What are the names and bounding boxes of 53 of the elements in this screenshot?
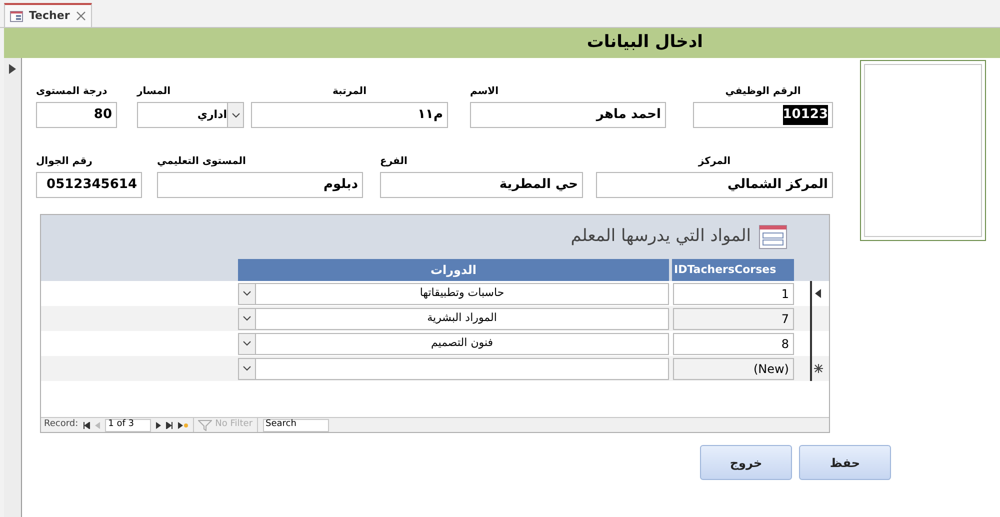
field-label: المسار [137,85,171,99]
form-icon [10,10,23,22]
input-field[interactable]: حي المطرية [380,172,583,198]
form-icon [759,224,787,248]
input-field[interactable]: 1 [673,282,794,304]
input-field[interactable]: (New) [673,358,794,380]
field-label: الفرع [380,155,408,169]
column-header: IDTachersCorses [672,259,794,281]
column-header: الدورات [238,259,669,281]
field-label: درجة المستوى [36,85,108,99]
chevron-down-icon [243,316,251,321]
chevron-down-icon [232,112,240,118]
dropdown-field[interactable] [238,358,669,380]
close-icon[interactable] [76,11,86,21]
input-field[interactable]: احمد ماهر [470,102,666,128]
play-icon [9,64,16,74]
first-record-icon[interactable] [83,422,90,428]
new-row-icon [814,364,822,373]
current-row-icon [815,289,821,298]
tab-title: Techer [29,8,70,24]
subform-title: المواد التي يدرسها المعلم [570,224,751,248]
field-label: المركز [698,155,731,169]
field-label: الاسم [470,85,499,99]
chevron-down-icon [243,341,251,346]
record-position-field[interactable]: 1 of 3 [105,418,152,432]
filter-icon [198,420,212,430]
input-field[interactable]: م١١ [251,102,448,128]
input-field[interactable]: 10123 [693,102,833,128]
form-button[interactable]: حفظ [799,445,891,480]
document-tab[interactable]: Techer [4,3,92,27]
last-record-icon[interactable] [166,422,174,428]
record-label: Record: [44,418,78,432]
new-record-icon[interactable] [178,422,188,428]
input-field[interactable]: 0512345614 [36,172,142,198]
input-field[interactable]: 8 [673,332,794,354]
field-label: رقم الجوال [36,155,92,169]
form-button[interactable]: خروج [700,445,792,480]
next-record-icon[interactable] [156,422,162,428]
input-field[interactable]: دبلوم [157,172,363,198]
dropdown-field[interactable]: حاسبات وتطبيقاتها [238,282,669,304]
form-title: ادخال البيانات [586,31,703,54]
input-field[interactable]: 7 [673,308,794,330]
input-field[interactable]: المركز الشمالي [596,172,833,198]
dropdown-field[interactable]: فنون التصميم [238,332,669,354]
field-label: المستوى التعليمي [157,155,246,169]
chevron-down-icon [243,366,251,371]
field-label: الرقم الوظيفي [725,85,801,99]
input-field[interactable]: 80 [36,102,117,128]
dropdown-field[interactable]: الموراد البشرية [238,308,669,330]
field-label: المرتبة [332,85,366,99]
dropdown-field[interactable]: اداري [137,102,244,128]
search-field[interactable]: Search [262,418,329,432]
chevron-down-icon [243,291,251,296]
